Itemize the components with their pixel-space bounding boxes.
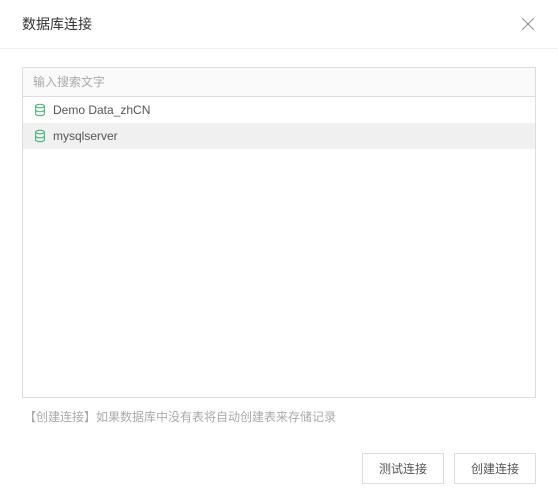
close-button[interactable] (520, 16, 536, 32)
list-item[interactable]: mysqlserver (23, 123, 535, 149)
list-item-label: Demo Data_zhCN (53, 103, 150, 117)
dialog-header: 数据库连接 (0, 0, 558, 49)
search-input[interactable] (22, 67, 536, 97)
connection-list: Demo Data_zhCN mysqlserver (22, 97, 536, 398)
dialog-footer: 测试连接 创建连接 (0, 441, 558, 500)
test-connection-button[interactable]: 测试连接 (362, 453, 444, 484)
database-connection-dialog: 数据库连接 Demo Data_zhCN (0, 0, 558, 500)
database-icon (33, 129, 47, 143)
dialog-title: 数据库连接 (22, 14, 92, 34)
hint-text: 【创建连接】如果数据库中没有表将自动创建表来存储记录 (22, 398, 536, 431)
close-icon (521, 17, 535, 31)
database-icon (33, 103, 47, 117)
create-connection-button[interactable]: 创建连接 (454, 453, 536, 484)
list-item-label: mysqlserver (53, 129, 118, 143)
list-item[interactable]: Demo Data_zhCN (23, 97, 535, 123)
dialog-body: Demo Data_zhCN mysqlserver 【创建连接】如果数据库中没… (0, 49, 558, 441)
